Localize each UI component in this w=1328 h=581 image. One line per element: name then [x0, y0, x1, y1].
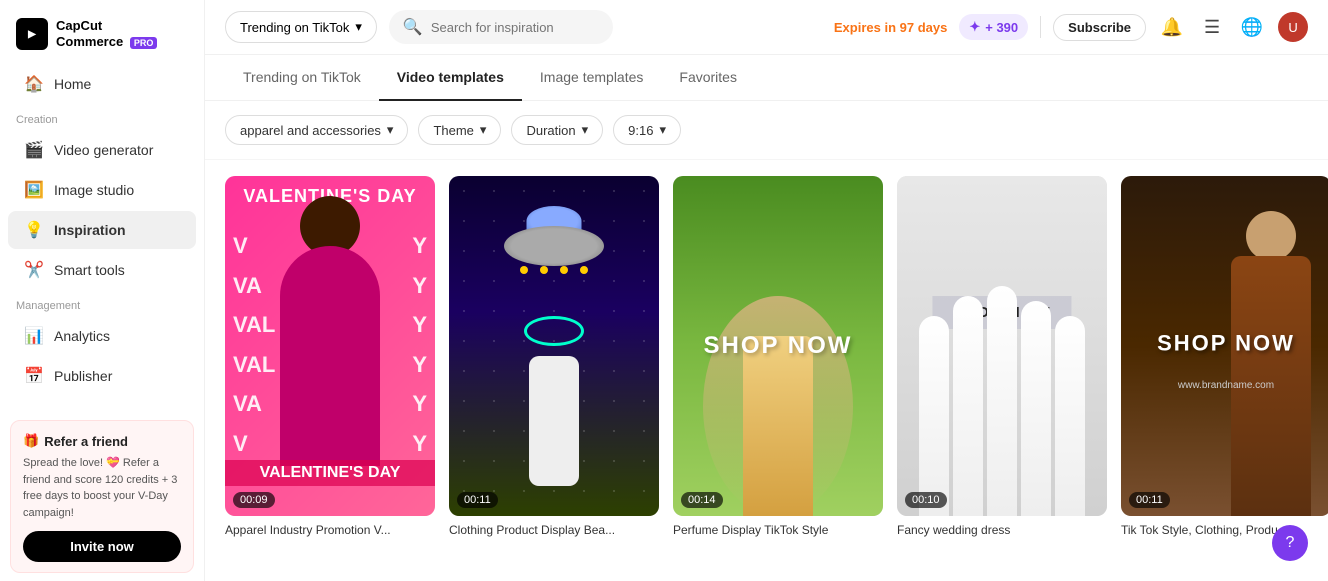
smarttools-icon: ✂️	[24, 260, 44, 280]
filter-theme[interactable]: Theme ▾	[418, 115, 501, 145]
template-card[interactable]: SHOP NOW 00:14 Perfume Display TikTok St…	[673, 176, 883, 581]
notification-icon[interactable]: 🔔	[1158, 13, 1186, 41]
template-title: Perfume Display TikTok Style	[673, 523, 883, 537]
tab-video-templates[interactable]: Video templates	[379, 55, 522, 101]
sidebar-item-analytics[interactable]: 📊 Analytics	[8, 317, 196, 355]
template-title: Clothing Product Display Bea...	[449, 523, 659, 537]
template-thumbnail[interactable]: SHOP NOW 00:14	[673, 176, 883, 516]
section-management: Management	[0, 290, 204, 316]
template-thumbnail[interactable]: 00:11	[449, 176, 659, 516]
plus-icon: ✦	[969, 19, 980, 35]
home-icon: 🏠	[24, 74, 44, 94]
search-bar[interactable]: 🔍	[389, 10, 614, 44]
search-icon: 🔍	[403, 17, 423, 37]
template-title: Fancy wedding dress	[897, 523, 1107, 537]
templates-area: VALENTINE'S DAY VVAVALVALVAV YYYYYY VALE…	[205, 160, 1328, 581]
template-card[interactable]: SHOP NOW 00:10 Fancy wedding dress	[897, 176, 1107, 581]
sidebar-item-smart-tools[interactable]: ✂️ Smart tools	[8, 251, 196, 289]
template-card[interactable]: SHOP NOW www.brandname.com 00:11 Tik Tok…	[1121, 176, 1328, 581]
sidebar-item-label: Inspiration	[54, 222, 126, 238]
template-thumbnail[interactable]: VALENTINE'S DAY VVAVALVALVAV YYYYYY VALE…	[225, 176, 435, 516]
sidebar-item-video-generator[interactable]: 🎬 Video generator	[8, 131, 196, 169]
sidebar-item-label: Smart tools	[54, 262, 125, 278]
duration-badge: 00:10	[905, 492, 947, 508]
sidebar: ▶ CapCutCommerce PRO 🏠 Home Creation 🎬 V…	[0, 0, 205, 581]
refer-box: 🎁 Refer a friend Spread the love! 💝 Refe…	[10, 420, 194, 573]
sidebar-item-label: Video generator	[54, 142, 153, 158]
filter-ratio-label: 9:16	[628, 123, 653, 138]
sidebar-item-label: Publisher	[54, 368, 112, 384]
help-button[interactable]: ?	[1272, 525, 1308, 561]
tab-trending[interactable]: Trending on TikTok	[225, 55, 379, 101]
template-left-text: VVAVALVALVAV	[233, 226, 275, 464]
chevron-down-icon: ▾	[387, 122, 394, 138]
template-title: Apparel Industry Promotion V...	[225, 523, 435, 537]
video-icon: 🎬	[24, 140, 44, 160]
subscribe-button[interactable]: Subscribe	[1053, 14, 1146, 41]
template-overlay-text: SHOP NOW	[1157, 330, 1295, 356]
sidebar-item-label: Home	[54, 76, 91, 92]
publisher-icon: 📅	[24, 366, 44, 386]
filter-category[interactable]: apparel and accessories ▾	[225, 115, 408, 145]
logo-icon: ▶	[16, 18, 48, 50]
chevron-down-icon: ▾	[480, 122, 487, 138]
template-right-text: YYYYYY	[412, 226, 427, 464]
trending-dropdown[interactable]: Trending on TikTok ▾	[225, 11, 377, 43]
tab-favorites[interactable]: Favorites	[661, 55, 755, 101]
trending-label: Trending on TikTok	[240, 20, 349, 35]
header: Trending on TikTok ▾ 🔍 Expires in 97 day…	[205, 0, 1328, 55]
template-overlay-text: SHOP NOW	[704, 332, 853, 360]
filter-ratio[interactable]: 9:16 ▾	[613, 115, 681, 145]
templates-grid: VALENTINE'S DAY VVAVALVALVAV YYYYYY VALE…	[225, 176, 1308, 581]
template-card[interactable]: VALENTINE'S DAY VVAVALVALVAV YYYYYY VALE…	[225, 176, 435, 581]
duration-badge: 00:14	[681, 492, 723, 508]
chevron-down-icon: ▾	[355, 19, 362, 35]
filter-category-label: apparel and accessories	[240, 123, 381, 138]
sidebar-item-image-studio[interactable]: 🖼️ Image studio	[8, 171, 196, 209]
inspiration-icon: 💡	[24, 220, 44, 240]
filter-duration[interactable]: Duration ▾	[511, 115, 603, 145]
sidebar-item-publisher[interactable]: 📅 Publisher	[8, 357, 196, 395]
credits-button[interactable]: ✦ + 390	[959, 14, 1028, 40]
sidebar-item-home[interactable]: 🏠 Home	[8, 65, 196, 103]
credits-count: + 390	[985, 20, 1018, 35]
template-thumbnail[interactable]: SHOP NOW www.brandname.com 00:11	[1121, 176, 1328, 516]
chevron-down-icon: ▾	[582, 122, 589, 138]
expires-text: Expires in 97 days	[834, 20, 947, 35]
logo-text: CapCutCommerce PRO	[56, 18, 157, 49]
language-icon[interactable]: 🌐	[1238, 13, 1266, 41]
image-icon: 🖼️	[24, 180, 44, 200]
template-card[interactable]: 00:11 Clothing Product Display Bea...	[449, 176, 659, 581]
refer-title: 🎁 Refer a friend	[23, 433, 181, 449]
duration-badge: 00:11	[457, 492, 498, 508]
refer-description: Spread the love! 💝 Refer a friend and sc…	[23, 455, 181, 521]
duration-badge: 00:11	[1129, 492, 1170, 508]
search-input[interactable]	[431, 20, 600, 35]
template-website-text: www.brandname.com	[1178, 380, 1274, 391]
menu-icon[interactable]: ☰	[1198, 13, 1226, 41]
refer-icon: 🎁	[23, 433, 39, 449]
tab-image-templates[interactable]: Image templates	[522, 55, 662, 101]
wedding-people	[897, 266, 1107, 516]
template-thumbnail[interactable]: SHOP NOW 00:10	[897, 176, 1107, 516]
invite-button[interactable]: Invite now	[23, 531, 181, 562]
chevron-down-icon: ▾	[659, 122, 666, 138]
duration-badge: 00:09	[233, 492, 275, 508]
main-content: Trending on TikTok ▾ 🔍 Expires in 97 day…	[205, 0, 1328, 581]
sidebar-item-label: Image studio	[54, 182, 134, 198]
sidebar-logo: ▶ CapCutCommerce PRO	[0, 0, 204, 64]
section-creation: Creation	[0, 104, 204, 130]
filter-duration-label: Duration	[526, 123, 575, 138]
analytics-icon: 📊	[24, 326, 44, 346]
filters: apparel and accessories ▾ Theme ▾ Durati…	[205, 101, 1328, 160]
pro-badge: PRO	[130, 37, 158, 49]
template-bottom-text: VALENTINE'S DAY	[225, 460, 435, 486]
sidebar-item-label: Analytics	[54, 328, 110, 344]
divider	[1040, 16, 1041, 38]
filter-theme-label: Theme	[433, 123, 473, 138]
avatar[interactable]: U	[1278, 12, 1308, 42]
tabs: Trending on TikTok Video templates Image…	[205, 55, 1328, 101]
sidebar-item-inspiration[interactable]: 💡 Inspiration	[8, 211, 196, 249]
